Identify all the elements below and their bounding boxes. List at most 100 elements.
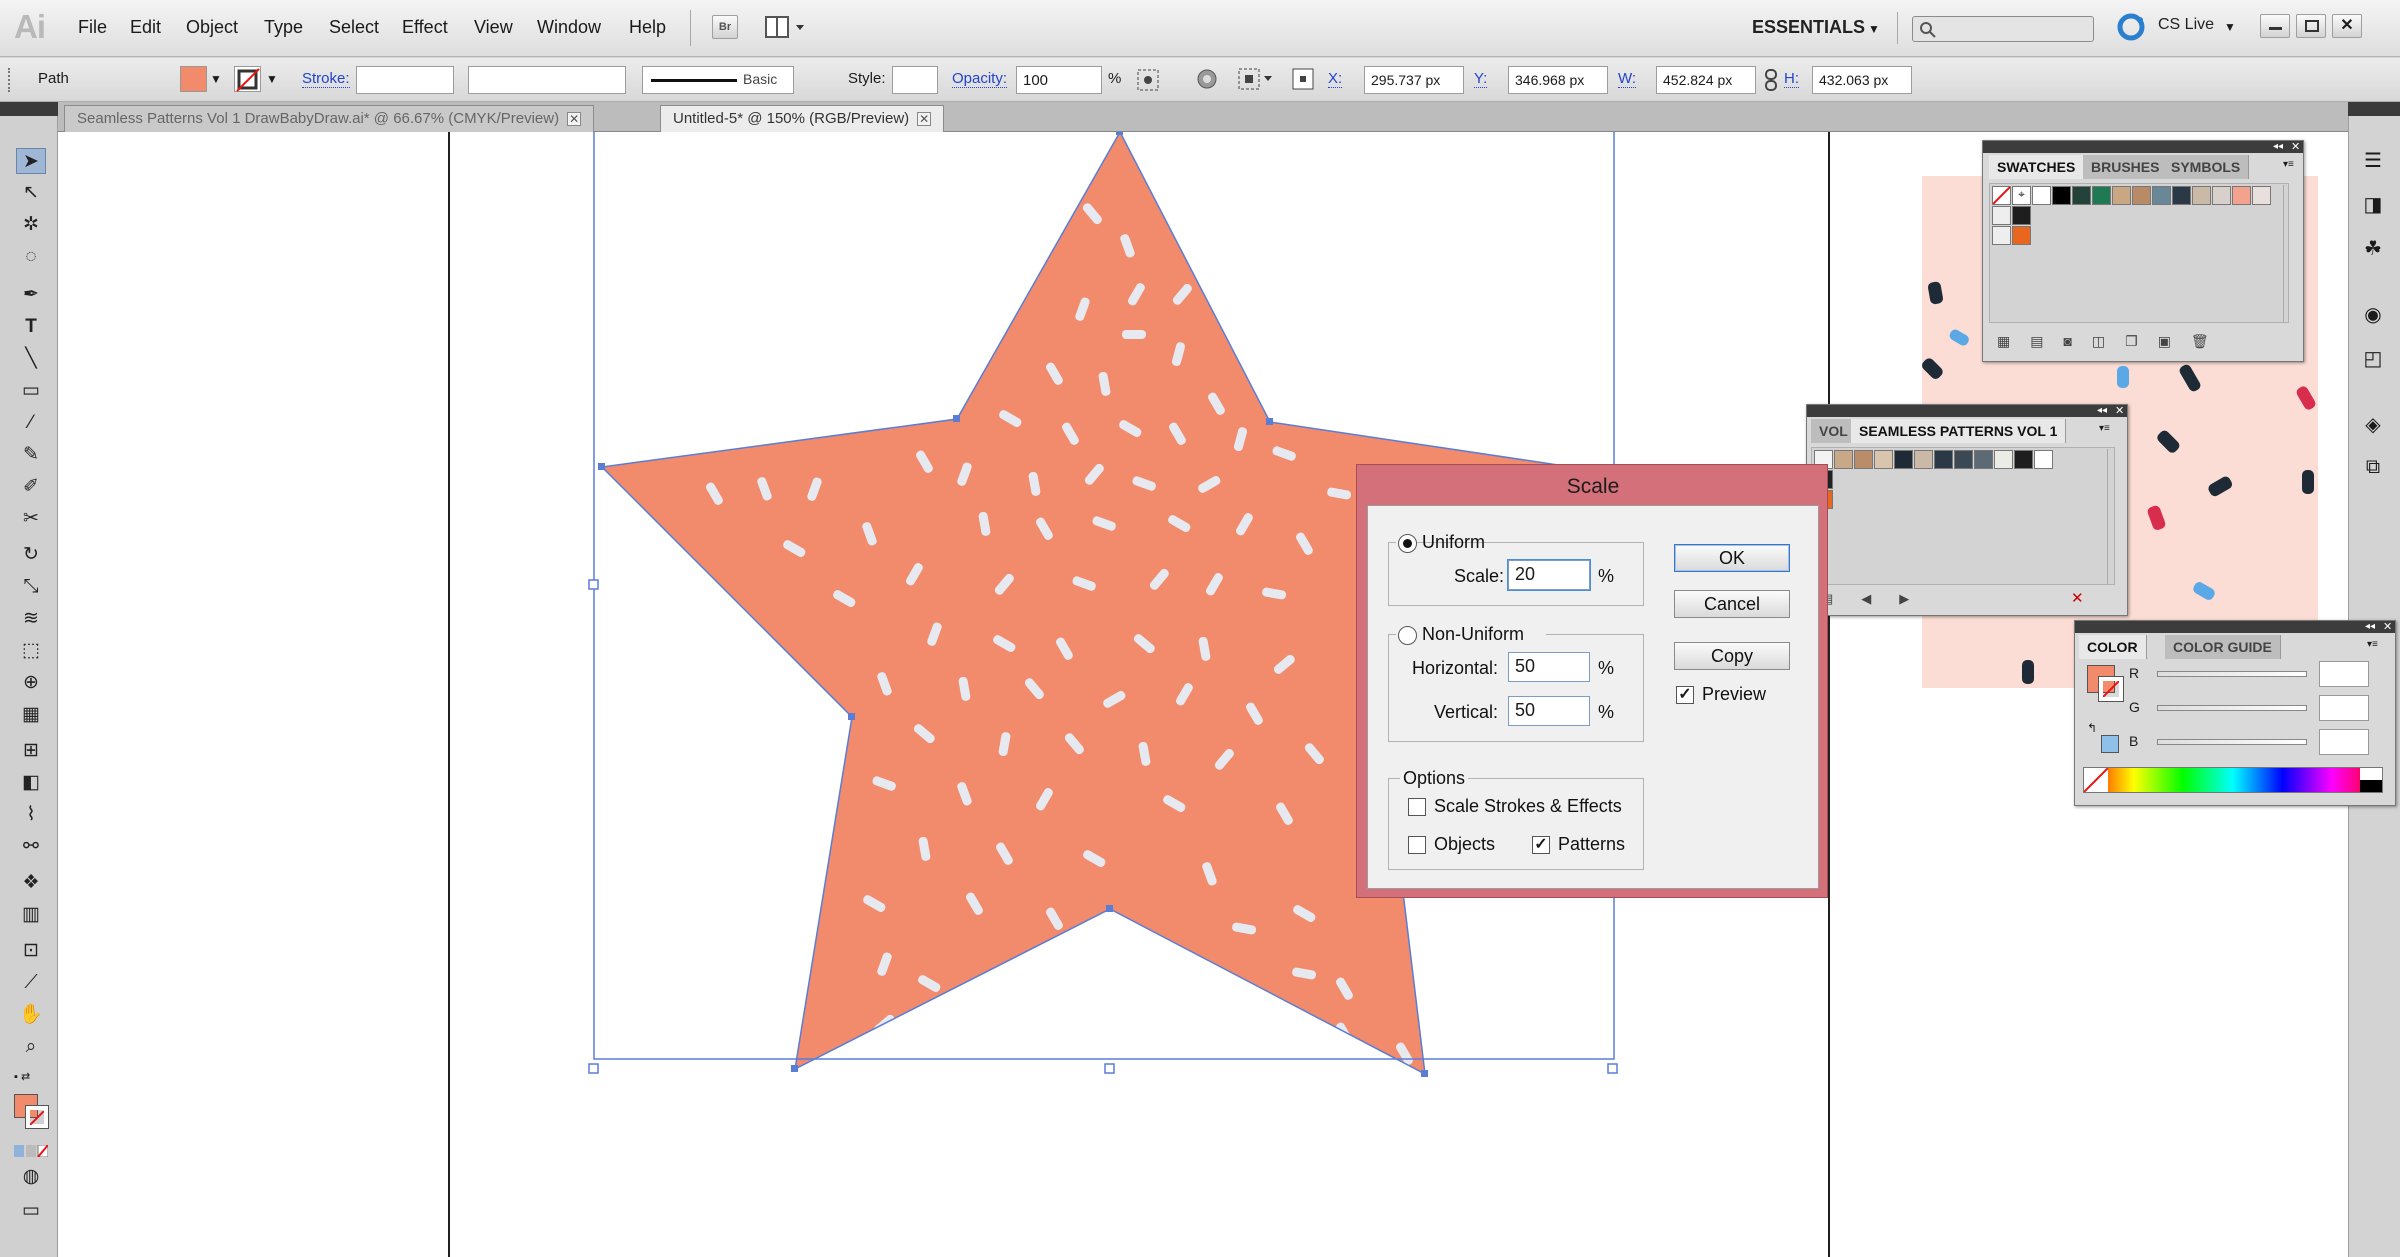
swatch-group-icon[interactable]	[1992, 206, 2011, 225]
swatch[interactable]	[2132, 186, 2151, 205]
variable-width-profile[interactable]	[468, 66, 626, 94]
swatch[interactable]	[2252, 186, 2271, 205]
hand-tool-icon[interactable]: ✋	[16, 1002, 46, 1028]
constrain-proportions-icon[interactable]	[1762, 68, 1780, 92]
r-field[interactable]	[2319, 661, 2369, 687]
y-label[interactable]: Y:	[1474, 70, 1488, 88]
chevron-down-icon[interactable]: ▼	[210, 72, 222, 86]
scale-input[interactable]: 20	[1508, 560, 1590, 590]
selection-tool-icon[interactable]: ➤	[16, 148, 46, 174]
reference-point-icon[interactable]	[1290, 66, 1326, 92]
workspace-switcher[interactable]: ESSENTIALS	[1752, 17, 1865, 38]
panel-menu-icon[interactable]: ▾≡	[2367, 639, 2378, 650]
perspective-grid-tool-icon[interactable]: ▦	[16, 702, 46, 728]
tab-swatches[interactable]: SWATCHES	[1989, 155, 2085, 179]
x-label[interactable]: X:	[1328, 70, 1343, 88]
align-to-selection-icon[interactable]	[1236, 66, 1276, 92]
free-transform-tool-icon[interactable]: ⬚	[16, 638, 46, 664]
type-tool-icon[interactable]: T	[16, 314, 46, 340]
column-graph-tool-icon[interactable]: ▥	[16, 902, 46, 928]
swatch[interactable]	[2032, 186, 2051, 205]
none-swatch[interactable]	[1992, 186, 2011, 205]
close-icon[interactable]: ✕	[567, 112, 582, 126]
non-uniform-radio[interactable]	[1398, 626, 1417, 645]
symbol-sprayer-tool-icon[interactable]: ❖	[16, 870, 46, 896]
opacity-field[interactable]: 100	[1016, 66, 1102, 94]
brush-definition[interactable]: Basic	[642, 66, 794, 94]
h-field[interactable]: 432.063 px	[1812, 66, 1912, 94]
swatch[interactable]	[2212, 186, 2231, 205]
ok-button[interactable]: OK	[1674, 544, 1790, 572]
panel-menu-icon[interactable]: ▾≡	[2099, 423, 2110, 434]
default-colors-icon[interactable]: ▪ ⇄	[14, 1070, 48, 1083]
lasso-tool-icon[interactable]: ◌	[16, 244, 46, 270]
swatch[interactable]	[1894, 450, 1913, 469]
swatches-scrollbar[interactable]	[2283, 185, 2295, 323]
swatch[interactable]	[1954, 450, 1973, 469]
stroke-color-icon[interactable]	[2098, 676, 2124, 702]
collapse-icon[interactable]: ◂◂	[2273, 141, 2283, 152]
patterns-scrollbar[interactable]	[2107, 449, 2119, 585]
objects-checkbox[interactable]	[1408, 836, 1426, 854]
collapse-icon[interactable]: ◂◂	[2365, 621, 2375, 632]
close-icon[interactable]: ✕	[917, 112, 932, 126]
tab-seamless-patterns-vol-1[interactable]: SEAMLESS PATTERNS VOL 1	[1851, 419, 2067, 443]
menu-help[interactable]: Help	[629, 17, 666, 38]
pencil-tool-icon[interactable]: ✎	[16, 442, 46, 468]
chevron-down-icon[interactable]: ▼	[266, 72, 278, 86]
scale-strokes-checkbox[interactable]	[1408, 798, 1426, 816]
rotate-tool-icon[interactable]: ↻	[16, 542, 46, 568]
direct-selection-tool-icon[interactable]: ↖	[16, 180, 46, 206]
swatch[interactable]	[1974, 450, 1993, 469]
stroke-label[interactable]: Stroke:	[302, 70, 350, 88]
swatch-group-icon[interactable]	[1992, 226, 2011, 245]
menu-view[interactable]: View	[474, 17, 513, 38]
r-slider[interactable]	[2157, 671, 2307, 677]
swatches-bottom-icons[interactable]: ▦▤◙◫❐▣🗑	[1997, 333, 2229, 350]
out-of-gamut-icon[interactable]: ↰	[2087, 721, 2097, 735]
menu-type[interactable]: Type	[264, 17, 303, 38]
copy-button[interactable]: Copy	[1674, 642, 1790, 670]
b-slider[interactable]	[2157, 739, 2307, 745]
registration-swatch[interactable]: ⌖	[2012, 186, 2031, 205]
patterns-checkbox[interactable]: ✓	[1532, 836, 1550, 854]
blob-brush-tool-icon[interactable]: ✐	[16, 474, 46, 500]
swatches-dock-icon[interactable]: ☰	[2360, 148, 2386, 172]
x-field[interactable]: 295.737 px	[1364, 66, 1464, 94]
arrange-documents-button[interactable]	[764, 15, 810, 39]
y-field[interactable]: 346.968 px	[1508, 66, 1608, 94]
recolor-artwork-button[interactable]	[1134, 66, 1218, 94]
swatch[interactable]	[2172, 186, 2191, 205]
tab-seamless-patterns[interactable]: Seamless Patterns Vol 1 DrawBabyDraw.ai*…	[64, 105, 595, 132]
artboard-tool-icon[interactable]: ⊡	[16, 938, 46, 964]
paintbrush-tool-icon[interactable]: ⁄	[16, 410, 46, 436]
artboards-dock-icon[interactable]: ⧉	[2360, 456, 2386, 480]
tab-untitled-5[interactable]: Untitled-5* @ 150% (RGB/Preview) ✕	[660, 105, 945, 132]
slice-tool-icon[interactable]: ⟋	[16, 970, 46, 996]
appearance-dock-icon[interactable]: ◉	[2360, 302, 2386, 326]
symbols-dock-icon[interactable]: ☘	[2360, 236, 2386, 260]
fill-swatch[interactable]	[180, 66, 207, 92]
swatch[interactable]	[2012, 206, 2031, 225]
zoom-tool-icon[interactable]: ⌕	[16, 1034, 46, 1060]
web-safe-color-icon[interactable]	[2101, 735, 2119, 753]
scale-tool-icon[interactable]: ⤡	[16, 574, 46, 600]
swatch[interactable]	[2052, 186, 2071, 205]
menu-select[interactable]: Select	[329, 17, 379, 38]
b-field[interactable]	[2319, 729, 2369, 755]
graphic-styles-dock-icon[interactable]: ◰	[2360, 346, 2386, 370]
close-icon[interactable]: ✕	[2383, 620, 2392, 633]
swatch[interactable]	[2152, 186, 2171, 205]
graphic-style-field[interactable]	[892, 66, 938, 94]
white-color[interactable]	[2360, 768, 2382, 780]
swatch[interactable]	[2232, 186, 2251, 205]
preview-checkbox[interactable]: ✓	[1676, 686, 1694, 704]
maximize-button[interactable]	[2296, 14, 2326, 38]
tab-symbols[interactable]: SYMBOLS	[2163, 155, 2250, 179]
pen-tool-icon[interactable]: ✒	[16, 282, 46, 308]
stroke-swatch[interactable]	[234, 66, 261, 92]
swatch[interactable]	[1874, 450, 1893, 469]
menu-edit[interactable]: Edit	[130, 17, 161, 38]
menu-window[interactable]: Window	[537, 17, 601, 38]
swatch[interactable]	[2192, 186, 2211, 205]
